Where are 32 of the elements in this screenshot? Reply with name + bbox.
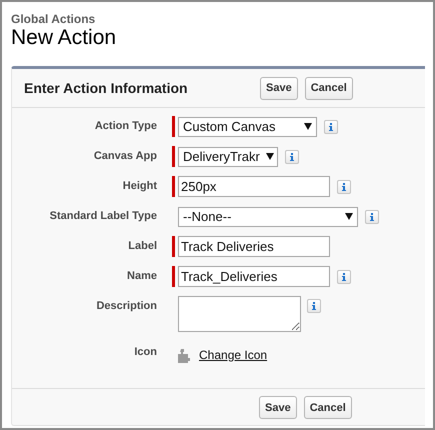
info-icon[interactable] <box>285 150 299 164</box>
caret-icon <box>304 123 312 130</box>
info-icon[interactable] <box>365 210 379 224</box>
dropdown[interactable]: --None-- <box>178 206 358 226</box>
puzzle-icon <box>178 348 190 362</box>
info-icon[interactable] <box>337 180 351 194</box>
dropdown[interactable]: Custom Canvas <box>178 116 317 136</box>
info-icon[interactable] <box>324 120 338 134</box>
panel-title: Enter Action Information <box>24 80 189 96</box>
info-icon[interactable] <box>307 299 321 313</box>
dropdown[interactable]: DeliveryTrakr <box>178 146 278 166</box>
field-label: Action Type <box>94 119 158 132</box>
action-button[interactable]: Cancel <box>304 76 353 100</box>
field-label: Height <box>122 179 158 192</box>
input-field[interactable]: Track Deliveries <box>178 236 330 257</box>
field-label: Description <box>95 299 158 312</box>
action-button[interactable]: Save <box>260 76 298 100</box>
action-button[interactable]: Save <box>259 396 297 419</box>
input-field[interactable]: Track_Deliveries <box>178 266 330 287</box>
caret-icon <box>266 153 274 160</box>
info-icon[interactable] <box>337 270 351 284</box>
field-label: Name <box>126 269 158 282</box>
field-label: Label <box>127 239 158 252</box>
field-label: Icon <box>133 345 158 358</box>
change-icon-link[interactable]: Change Icon <box>199 348 268 362</box>
caret-icon <box>345 213 353 220</box>
input-field[interactable]: 250px <box>178 176 330 197</box>
field-label: Standard Label Type <box>48 209 158 222</box>
action-button[interactable]: Cancel <box>304 396 352 419</box>
field-label: Canvas App <box>92 149 158 162</box>
breadcrumb: Global Actions <box>11 12 96 26</box>
page-title: New Action <box>11 26 118 50</box>
